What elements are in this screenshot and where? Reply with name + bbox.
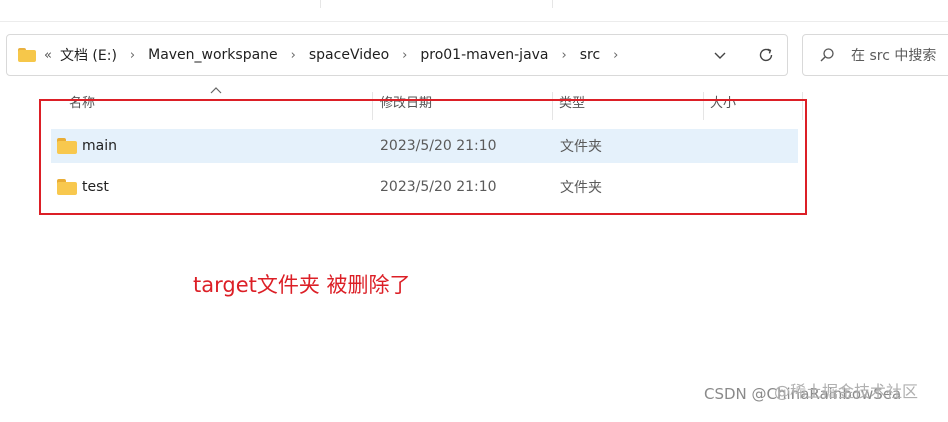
top-divider [320,0,321,8]
search-input[interactable]: 在 src 中搜索 [851,45,936,65]
watermark: CSDN @ChinaRainbowSea @稀土掘金技术社区 [704,382,918,403]
chevron-right-icon[interactable]: › [130,48,135,63]
breadcrumb-src[interactable]: src [580,47,600,63]
search-icon [820,48,834,62]
annotation-highlight-box [39,99,807,215]
address-bar[interactable]: « 文档 (E:) › Maven_workspane › spaceVideo… [6,34,788,76]
breadcrumb-overflow-button[interactable]: « [44,48,52,63]
chevron-right-icon[interactable]: › [562,48,567,63]
folder-icon [18,48,36,62]
breadcrumb-maven-workspane[interactable]: Maven_workspane [148,47,278,63]
breadcrumb-spacevideo[interactable]: spaceVideo [309,47,389,63]
sort-up-icon [210,87,222,94]
chevron-right-icon[interactable]: › [402,48,407,63]
search-box[interactable]: 在 src 中搜索 [802,34,948,76]
chevron-down-icon[interactable] [713,48,727,62]
watermark-juejin: @稀土掘金技术社区 [774,382,919,401]
annotation-text: target文件夹 被删除了 [193,273,411,297]
breadcrumb-drive[interactable]: 文档 (E:) [60,45,117,65]
breadcrumb-pro01-maven-java[interactable]: pro01-maven-java [420,47,548,63]
top-divider [552,0,553,8]
chevron-right-icon[interactable]: › [613,48,618,63]
refresh-icon[interactable] [757,46,775,64]
window-top-strip [0,0,948,22]
chevron-right-icon[interactable]: › [291,48,296,63]
